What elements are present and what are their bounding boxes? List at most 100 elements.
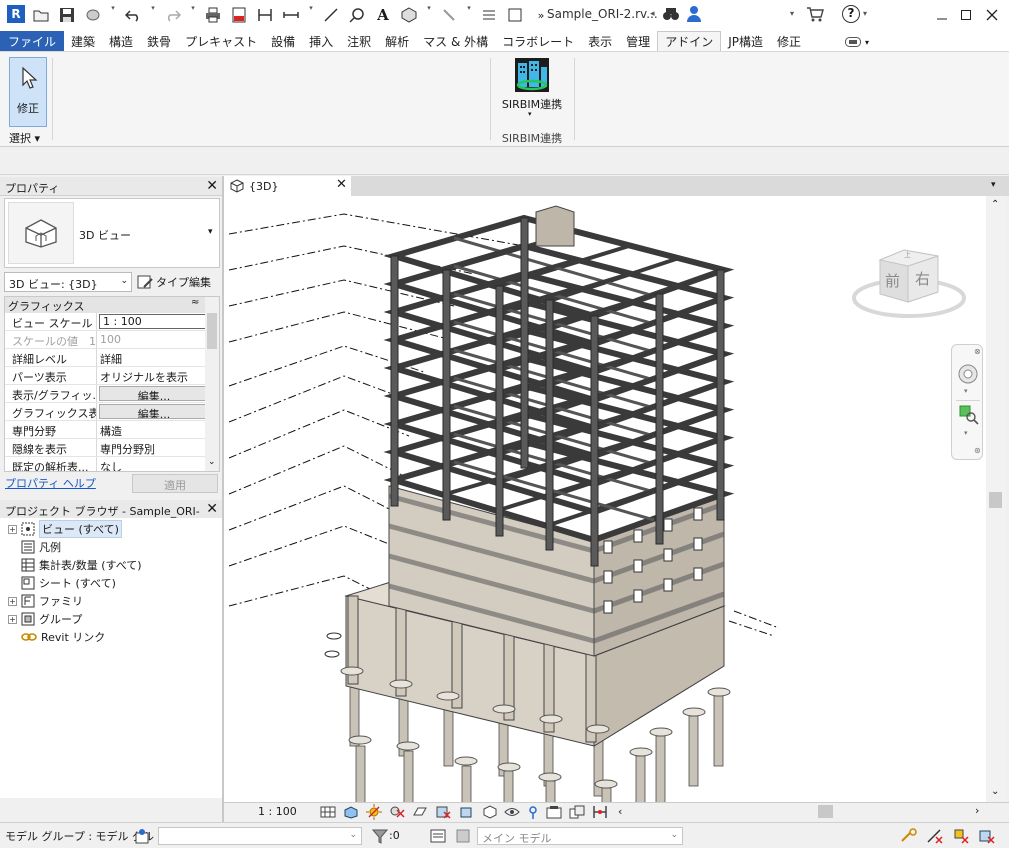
filter-icon[interactable] — [372, 828, 388, 844]
property-value[interactable]: 構造 — [97, 421, 204, 438]
search-binoculars-icon[interactable] — [662, 6, 680, 22]
view-tab-close-icon[interactable]: ✕ — [336, 177, 347, 192]
property-value[interactable]: オリジナルを表示 — [97, 367, 204, 384]
tab-5[interactable]: 設備 — [264, 31, 302, 51]
print-icon[interactable] — [202, 4, 224, 26]
properties-help-link[interactable]: プロパティ ヘルプ — [5, 475, 96, 491]
select-panel-label[interactable]: 選択 ▾ — [9, 130, 40, 146]
title-scroll-arrow-icon[interactable]: ◂ — [650, 9, 655, 19]
measure-icon[interactable] — [254, 4, 276, 26]
undo-icon[interactable] — [122, 4, 144, 26]
modify-button[interactable]: 修正 — [9, 57, 47, 127]
sync-dropdown-icon[interactable]: ▾ — [108, 4, 118, 26]
3d-viewport[interactable]: 前 右 上 ⊗ ▾ ▾ ⊛ — [224, 196, 986, 802]
browser-node[interactable]: Revit リンク — [8, 628, 105, 646]
select-underlay-icon[interactable] — [926, 827, 944, 845]
design-options-icon[interactable] — [430, 828, 446, 844]
browser-node[interactable]: + ビュー (すべて) — [8, 520, 122, 538]
browser-node[interactable]: + グループ — [8, 610, 82, 628]
help-dropdown-icon[interactable]: ▾ — [863, 9, 867, 18]
dimension-icon[interactable] — [280, 4, 302, 26]
hscroll-right-icon[interactable]: › — [975, 804, 979, 817]
tab-1[interactable]: 建築 — [64, 31, 102, 51]
section-dropdown-icon[interactable]: ▾ — [464, 4, 474, 26]
edit-type-button[interactable]: タイプ編集 — [137, 272, 217, 292]
graphics-group-header[interactable]: グラフィックス ≈ — [5, 297, 219, 313]
select-pinned-icon[interactable] — [952, 827, 970, 845]
scroll-thumb[interactable] — [207, 313, 217, 349]
analytical-model-icon[interactable] — [592, 805, 608, 819]
tab-15[interactable]: 修正 — [770, 31, 808, 51]
tab-14[interactable]: JP構造 — [721, 31, 770, 51]
editable-only-icon[interactable] — [455, 828, 471, 844]
render-icon[interactable] — [412, 805, 428, 819]
browser-node[interactable]: シート (すべて) — [8, 574, 116, 592]
default-3d-view-icon[interactable] — [398, 4, 420, 26]
vscroll-down-icon[interactable]: ⌄ — [991, 786, 999, 797]
tab-9[interactable]: マス & 外構 — [416, 31, 495, 51]
hscroll-thumb[interactable] — [818, 805, 833, 818]
maximize-button[interactable] — [954, 4, 978, 26]
view-list-dropdown-icon[interactable]: ▾ — [991, 180, 996, 190]
vscroll-thumb[interactable] — [989, 492, 1002, 508]
sun-path-icon[interactable] — [366, 803, 382, 820]
tab-11[interactable]: 表示 — [581, 31, 619, 51]
properties-close-icon[interactable]: ✕ — [206, 178, 218, 194]
cart-icon[interactable] — [806, 6, 824, 22]
browser-node[interactable]: + ファミリ — [8, 592, 83, 610]
wheel-dropdown-icon[interactable]: ▾ — [964, 387, 968, 395]
unlock-3d-icon[interactable] — [481, 804, 497, 819]
shadows-icon[interactable] — [389, 805, 405, 819]
design-option-select[interactable]: メイン モデル ⌄ — [477, 827, 683, 845]
expand-icon[interactable]: + — [8, 614, 17, 624]
account-dropdown-icon[interactable]: ▾ — [790, 9, 794, 18]
sync-icon[interactable] — [82, 4, 104, 26]
dimension-dropdown-icon[interactable]: ▾ — [306, 4, 316, 26]
property-value[interactable]: 詳細 — [97, 349, 204, 366]
select-links-icon[interactable] — [900, 827, 918, 845]
editing-requests-icon[interactable] — [134, 827, 152, 845]
property-value[interactable]: なし — [97, 457, 204, 471]
visual-style-icon[interactable] — [343, 805, 359, 819]
property-value[interactable]: 編集... — [99, 404, 206, 419]
thin-lines-icon[interactable] — [478, 4, 500, 26]
redo-icon[interactable] — [162, 4, 184, 26]
revit-logo[interactable]: R — [7, 5, 25, 23]
user-icon[interactable] — [686, 5, 702, 23]
tab-2[interactable]: 構造 — [102, 31, 140, 51]
undo-dropdown-icon[interactable]: ▾ — [148, 4, 158, 26]
switch-windows-icon[interactable] — [504, 4, 526, 26]
tab-3[interactable]: 鉄骨 — [140, 31, 178, 51]
export-pdf-icon[interactable] — [228, 4, 250, 26]
property-value[interactable]: 編集... — [99, 386, 206, 401]
redo-dropdown-icon[interactable]: ▾ — [188, 4, 198, 26]
3d-dropdown-icon[interactable]: ▾ — [424, 4, 434, 26]
hscroll-left-icon[interactable]: ‹ — [618, 805, 622, 818]
detail-level-icon[interactable] — [320, 806, 336, 818]
temporary-view-properties-icon[interactable] — [546, 805, 562, 819]
expand-icon[interactable]: + — [8, 524, 17, 534]
minimize-button[interactable] — [930, 4, 954, 26]
type-dropdown-icon[interactable]: ▾ — [208, 227, 213, 237]
tab-6[interactable]: 挿入 — [302, 31, 340, 51]
viewcube-right-label[interactable]: 右 — [915, 268, 930, 289]
ribbon-minimize-toggle[interactable]: ▾ — [845, 35, 875, 49]
active-workset-select[interactable]: ⌄ — [158, 827, 362, 845]
zoom-dropdown-icon[interactable]: ▾ — [964, 429, 968, 437]
browser-node[interactable]: 凡例 — [8, 538, 61, 556]
steering-wheel-icon[interactable] — [957, 363, 979, 385]
tab-13[interactable]: アドイン — [657, 31, 722, 51]
type-selector[interactable]: 3D ビュー ▾ — [4, 198, 220, 268]
scroll-down-icon[interactable]: ⌄ — [208, 457, 216, 467]
select-by-face-icon[interactable] — [978, 827, 996, 845]
viewcube[interactable]: 前 右 上 — [852, 244, 967, 324]
instance-filter-select[interactable]: 3D ビュー: {3D} ⌄ — [4, 272, 132, 292]
collapse-icon[interactable]: ≈ — [191, 297, 199, 308]
tab-0[interactable]: ファイル — [0, 31, 65, 51]
apply-button[interactable]: 適用 — [132, 474, 218, 493]
tab-12[interactable]: 管理 — [619, 31, 657, 51]
tab-4[interactable]: プレキャスト — [178, 31, 264, 51]
viewcube-front-label[interactable]: 前 — [885, 270, 900, 291]
browser-close-icon[interactable]: ✕ — [206, 501, 218, 517]
crop-view-icon[interactable] — [435, 805, 451, 819]
